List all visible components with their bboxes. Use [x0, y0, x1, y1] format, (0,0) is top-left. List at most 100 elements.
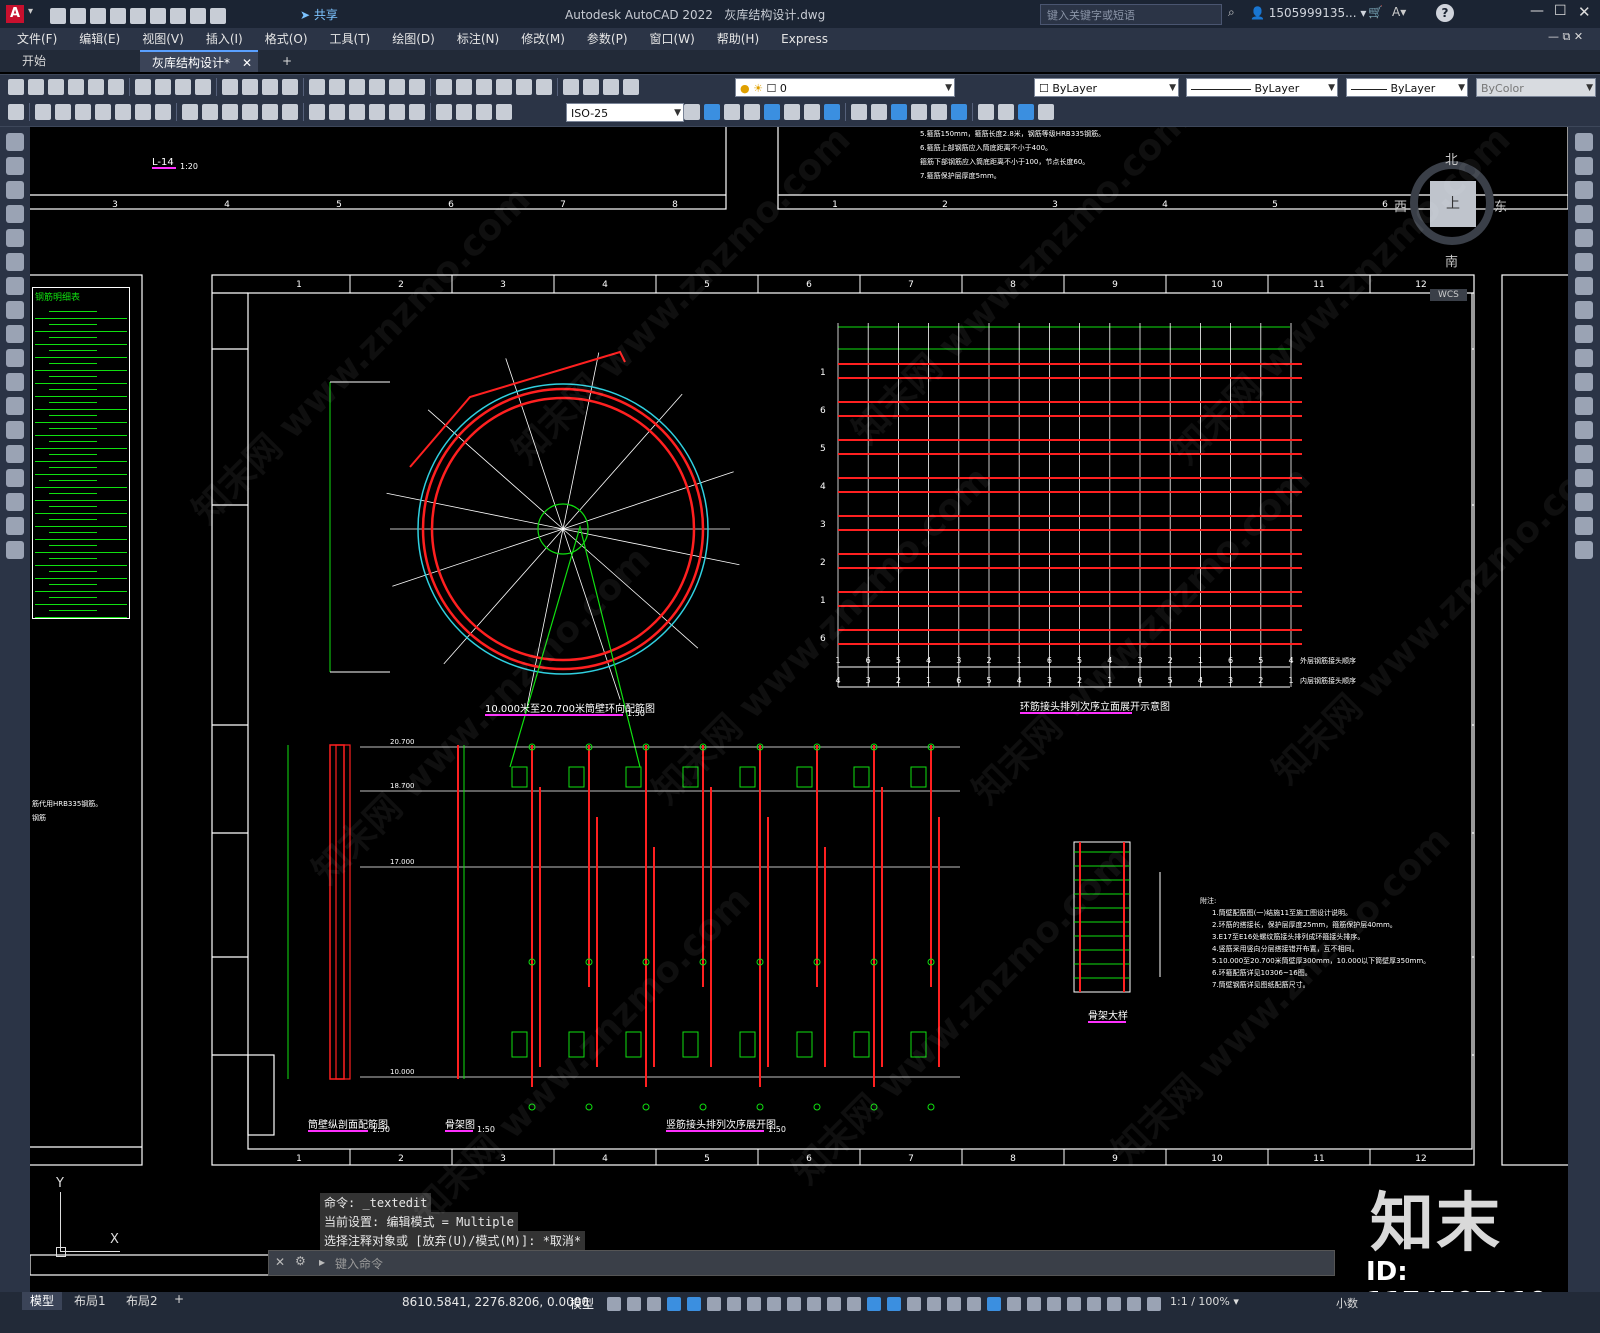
modify-tool-icon[interactable]	[911, 104, 927, 120]
side-tool-icon[interactable]	[6, 517, 24, 535]
status-toggle-icon[interactable]	[1067, 1297, 1081, 1311]
status-toggle-icon[interactable]	[1107, 1297, 1121, 1311]
toolbar-tool-icon[interactable]	[28, 79, 44, 95]
toolbar-tool-icon[interactable]	[436, 79, 452, 95]
side-tool-icon[interactable]	[6, 181, 24, 199]
status-toggle-icon[interactable]	[627, 1297, 641, 1311]
toolbar-tool-icon[interactable]	[108, 79, 124, 95]
toolbar-tool-icon[interactable]	[175, 79, 191, 95]
status-toggle-icon[interactable]	[787, 1297, 801, 1311]
tab-close-icon[interactable]: ✕	[242, 52, 252, 74]
modify-tool-icon[interactable]	[784, 104, 800, 120]
menu-item-5[interactable]: 工具(T)	[319, 28, 382, 50]
toolbar-tool-icon[interactable]	[309, 79, 325, 95]
viewcube-south[interactable]: 南	[1445, 251, 1458, 270]
print-icon[interactable]	[170, 8, 186, 24]
toolbar-tool-icon[interactable]	[155, 79, 171, 95]
status-toggle-icon[interactable]	[947, 1297, 961, 1311]
side-tool-icon[interactable]	[6, 373, 24, 391]
menu-item-4[interactable]: 格式(O)	[254, 28, 319, 50]
status-toggle-icon[interactable]	[667, 1297, 681, 1311]
dim-tool-icon[interactable]	[95, 104, 111, 120]
status-toggle-icon[interactable]	[647, 1297, 661, 1311]
toolbar-tool-icon[interactable]	[349, 79, 365, 95]
dim-tool-icon[interactable]	[135, 104, 151, 120]
modify-tool-icon[interactable]	[951, 104, 967, 120]
status-toggle-icon[interactable]	[747, 1297, 761, 1311]
status-toggle-icon[interactable]	[707, 1297, 721, 1311]
dim-tool-icon[interactable]	[155, 104, 171, 120]
lineweight-combo[interactable]: ByLayer ▼	[1346, 78, 1468, 97]
linetype-combo[interactable]: ByLayer ▼	[1186, 78, 1338, 97]
side-tool-icon[interactable]	[6, 349, 24, 367]
toolbar-tool-icon[interactable]	[516, 79, 532, 95]
toolbar-tool-icon[interactable]	[8, 79, 24, 95]
dim-tool-icon[interactable]	[115, 104, 131, 120]
plotstyle-combo[interactable]: ByColor ▼	[1476, 78, 1596, 97]
side-tool-icon[interactable]	[6, 157, 24, 175]
new-tab-button[interactable]: +	[270, 50, 304, 72]
modify-tool-icon[interactable]	[851, 104, 867, 120]
side-tool-icon[interactable]	[1575, 541, 1593, 559]
toolbar-tool-icon[interactable]	[195, 79, 211, 95]
autocad-logo-icon[interactable]: A	[6, 5, 24, 23]
help-icon[interactable]: ?	[1436, 4, 1454, 22]
side-tool-icon[interactable]	[6, 205, 24, 223]
annotation-scale[interactable]: 1:1 / 100% ▾	[1170, 1295, 1239, 1308]
toolbar-tool-icon[interactable]	[242, 79, 258, 95]
status-toggle-icon[interactable]	[727, 1297, 741, 1311]
layout-tab-model[interactable]: 模型	[22, 1292, 63, 1310]
dim-tool-icon[interactable]	[35, 104, 51, 120]
cart-icon[interactable]: 🛒	[1368, 5, 1383, 19]
modify-tool-icon[interactable]	[684, 104, 700, 120]
toolbar-tool-icon[interactable]	[68, 79, 84, 95]
layer-combo[interactable]: ● ☀ ☐ 0 ▼	[735, 78, 955, 97]
modify-tool-icon[interactable]	[931, 104, 947, 120]
side-tool-icon[interactable]	[1575, 277, 1593, 295]
dim-tool-icon[interactable]	[242, 104, 258, 120]
side-tool-icon[interactable]	[1575, 229, 1593, 247]
side-tool-icon[interactable]	[6, 469, 24, 487]
redo-icon[interactable]	[210, 8, 226, 24]
menu-item-1[interactable]: 编辑(E)	[68, 28, 131, 50]
status-toggle-icon[interactable]	[1087, 1297, 1101, 1311]
side-tool-icon[interactable]	[6, 133, 24, 151]
side-tool-icon[interactable]	[1575, 205, 1593, 223]
menu-item-9[interactable]: 参数(P)	[576, 28, 639, 50]
side-tool-icon[interactable]	[6, 421, 24, 439]
modify-tool-icon[interactable]	[998, 104, 1014, 120]
undo-icon[interactable]	[190, 8, 206, 24]
layout-tab-2[interactable]: 布局2	[122, 1292, 162, 1310]
model-space-button[interactable]: 模型	[570, 1295, 594, 1312]
wcs-menu[interactable]: WCS	[1430, 289, 1467, 301]
share-button[interactable]: ➤ 共享	[300, 6, 338, 23]
dim-tool-icon[interactable]	[329, 104, 345, 120]
search-input[interactable]: 键入关键字或短语	[1040, 4, 1222, 25]
status-toggle-icon[interactable]	[847, 1297, 861, 1311]
status-toggle-icon[interactable]	[887, 1297, 901, 1311]
side-tool-icon[interactable]	[6, 541, 24, 559]
menu-item-11[interactable]: 帮助(H)	[706, 28, 770, 50]
menu-item-6[interactable]: 绘图(D)	[381, 28, 446, 50]
status-toggle-icon[interactable]	[1007, 1297, 1021, 1311]
modify-tool-icon[interactable]	[871, 104, 887, 120]
side-tool-icon[interactable]	[1575, 469, 1593, 487]
side-tool-icon[interactable]	[1575, 157, 1593, 175]
side-tool-icon[interactable]	[1575, 493, 1593, 511]
layout-tab-1[interactable]: 布局1	[70, 1292, 110, 1310]
dim-tool-icon[interactable]	[349, 104, 365, 120]
dim-tool-icon[interactable]	[222, 104, 238, 120]
viewcube-east[interactable]: 东	[1494, 196, 1507, 215]
app-menu-chevron-icon[interactable]: ▾	[28, 6, 33, 17]
modify-tool-icon[interactable]	[804, 104, 820, 120]
status-toggle-icon[interactable]	[927, 1297, 941, 1311]
status-toggle-icon[interactable]	[907, 1297, 921, 1311]
user-account[interactable]: 👤 1505999135... ▾	[1250, 6, 1366, 20]
close-command-icon[interactable]: ✕	[275, 1255, 285, 1269]
dim-tool-icon[interactable]	[476, 104, 492, 120]
status-toggle-icon[interactable]	[607, 1297, 621, 1311]
dim-tool-icon[interactable]	[8, 104, 24, 120]
toolbar-tool-icon[interactable]	[369, 79, 385, 95]
menu-item-12[interactable]: Express	[770, 28, 839, 50]
minimize-button[interactable]: —	[1530, 3, 1544, 19]
